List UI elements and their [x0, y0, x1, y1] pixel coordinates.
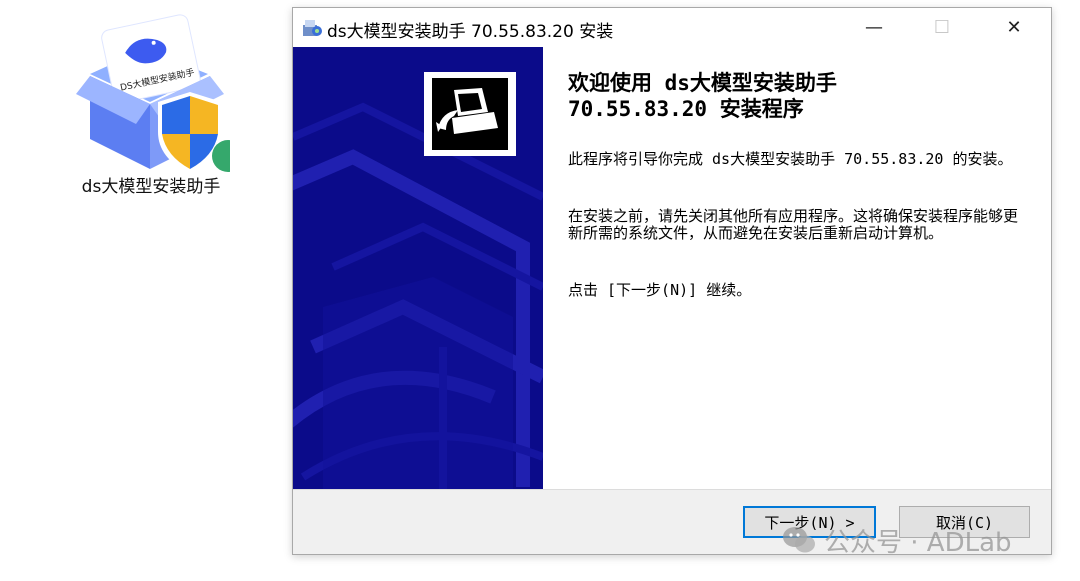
heading-line-1: 欢迎使用 ds大模型安装助手 [568, 71, 837, 95]
desktop-icon-label: ds大模型安装助手 [81, 177, 221, 197]
watermark: 公众号 · ADLab [782, 520, 1012, 560]
watermark-text: 公众号 · ADLab [824, 527, 1012, 558]
wizard-heading: 欢迎使用 ds大模型安装助手 70.55.83.20 安装程序 [568, 70, 1028, 122]
installer-app-icon [303, 20, 322, 36]
wechat-icon [783, 527, 815, 553]
installer-logo-frame [424, 72, 516, 156]
maximize-button[interactable]: ☐ [907, 8, 977, 47]
continue-instruction: 点击 [下一步(N)] 继续。 [568, 281, 752, 299]
wizard-side-banner [293, 47, 543, 489]
installer-box-icon: DS大模型安装助手 [76, 14, 230, 174]
installer-window: ds大模型安装助手 70.55.83.20 安装 — ☐ ✕ 欢迎使用 ds大模… [292, 7, 1052, 555]
intro-paragraph: 此程序将引导你完成 ds大模型安装助手 70.55.83.20 的安装。 [568, 150, 1013, 168]
minimize-button[interactable]: — [839, 8, 909, 47]
title-bar[interactable]: ds大模型安装助手 70.55.83.20 安装 — ☐ ✕ [293, 8, 1051, 47]
installer-logo-icon [432, 78, 508, 150]
desktop-shortcut[interactable]: DS大模型安装助手 ds大模型安装助手 [58, 14, 244, 204]
window-title: ds大模型安装助手 70.55.83.20 安装 [327, 22, 614, 42]
close-button[interactable]: ✕ [979, 8, 1049, 47]
heading-line-2: 70.55.83.20 安装程序 [568, 97, 804, 121]
close-apps-paragraph: 在安装之前，请先关闭其他所有应用程序。这将确保安装程序能够更新所需的系统文件，从… [568, 207, 1019, 242]
wizard-content: 欢迎使用 ds大模型安装助手 70.55.83.20 安装程序 此程序将引导你完… [293, 47, 1051, 490]
